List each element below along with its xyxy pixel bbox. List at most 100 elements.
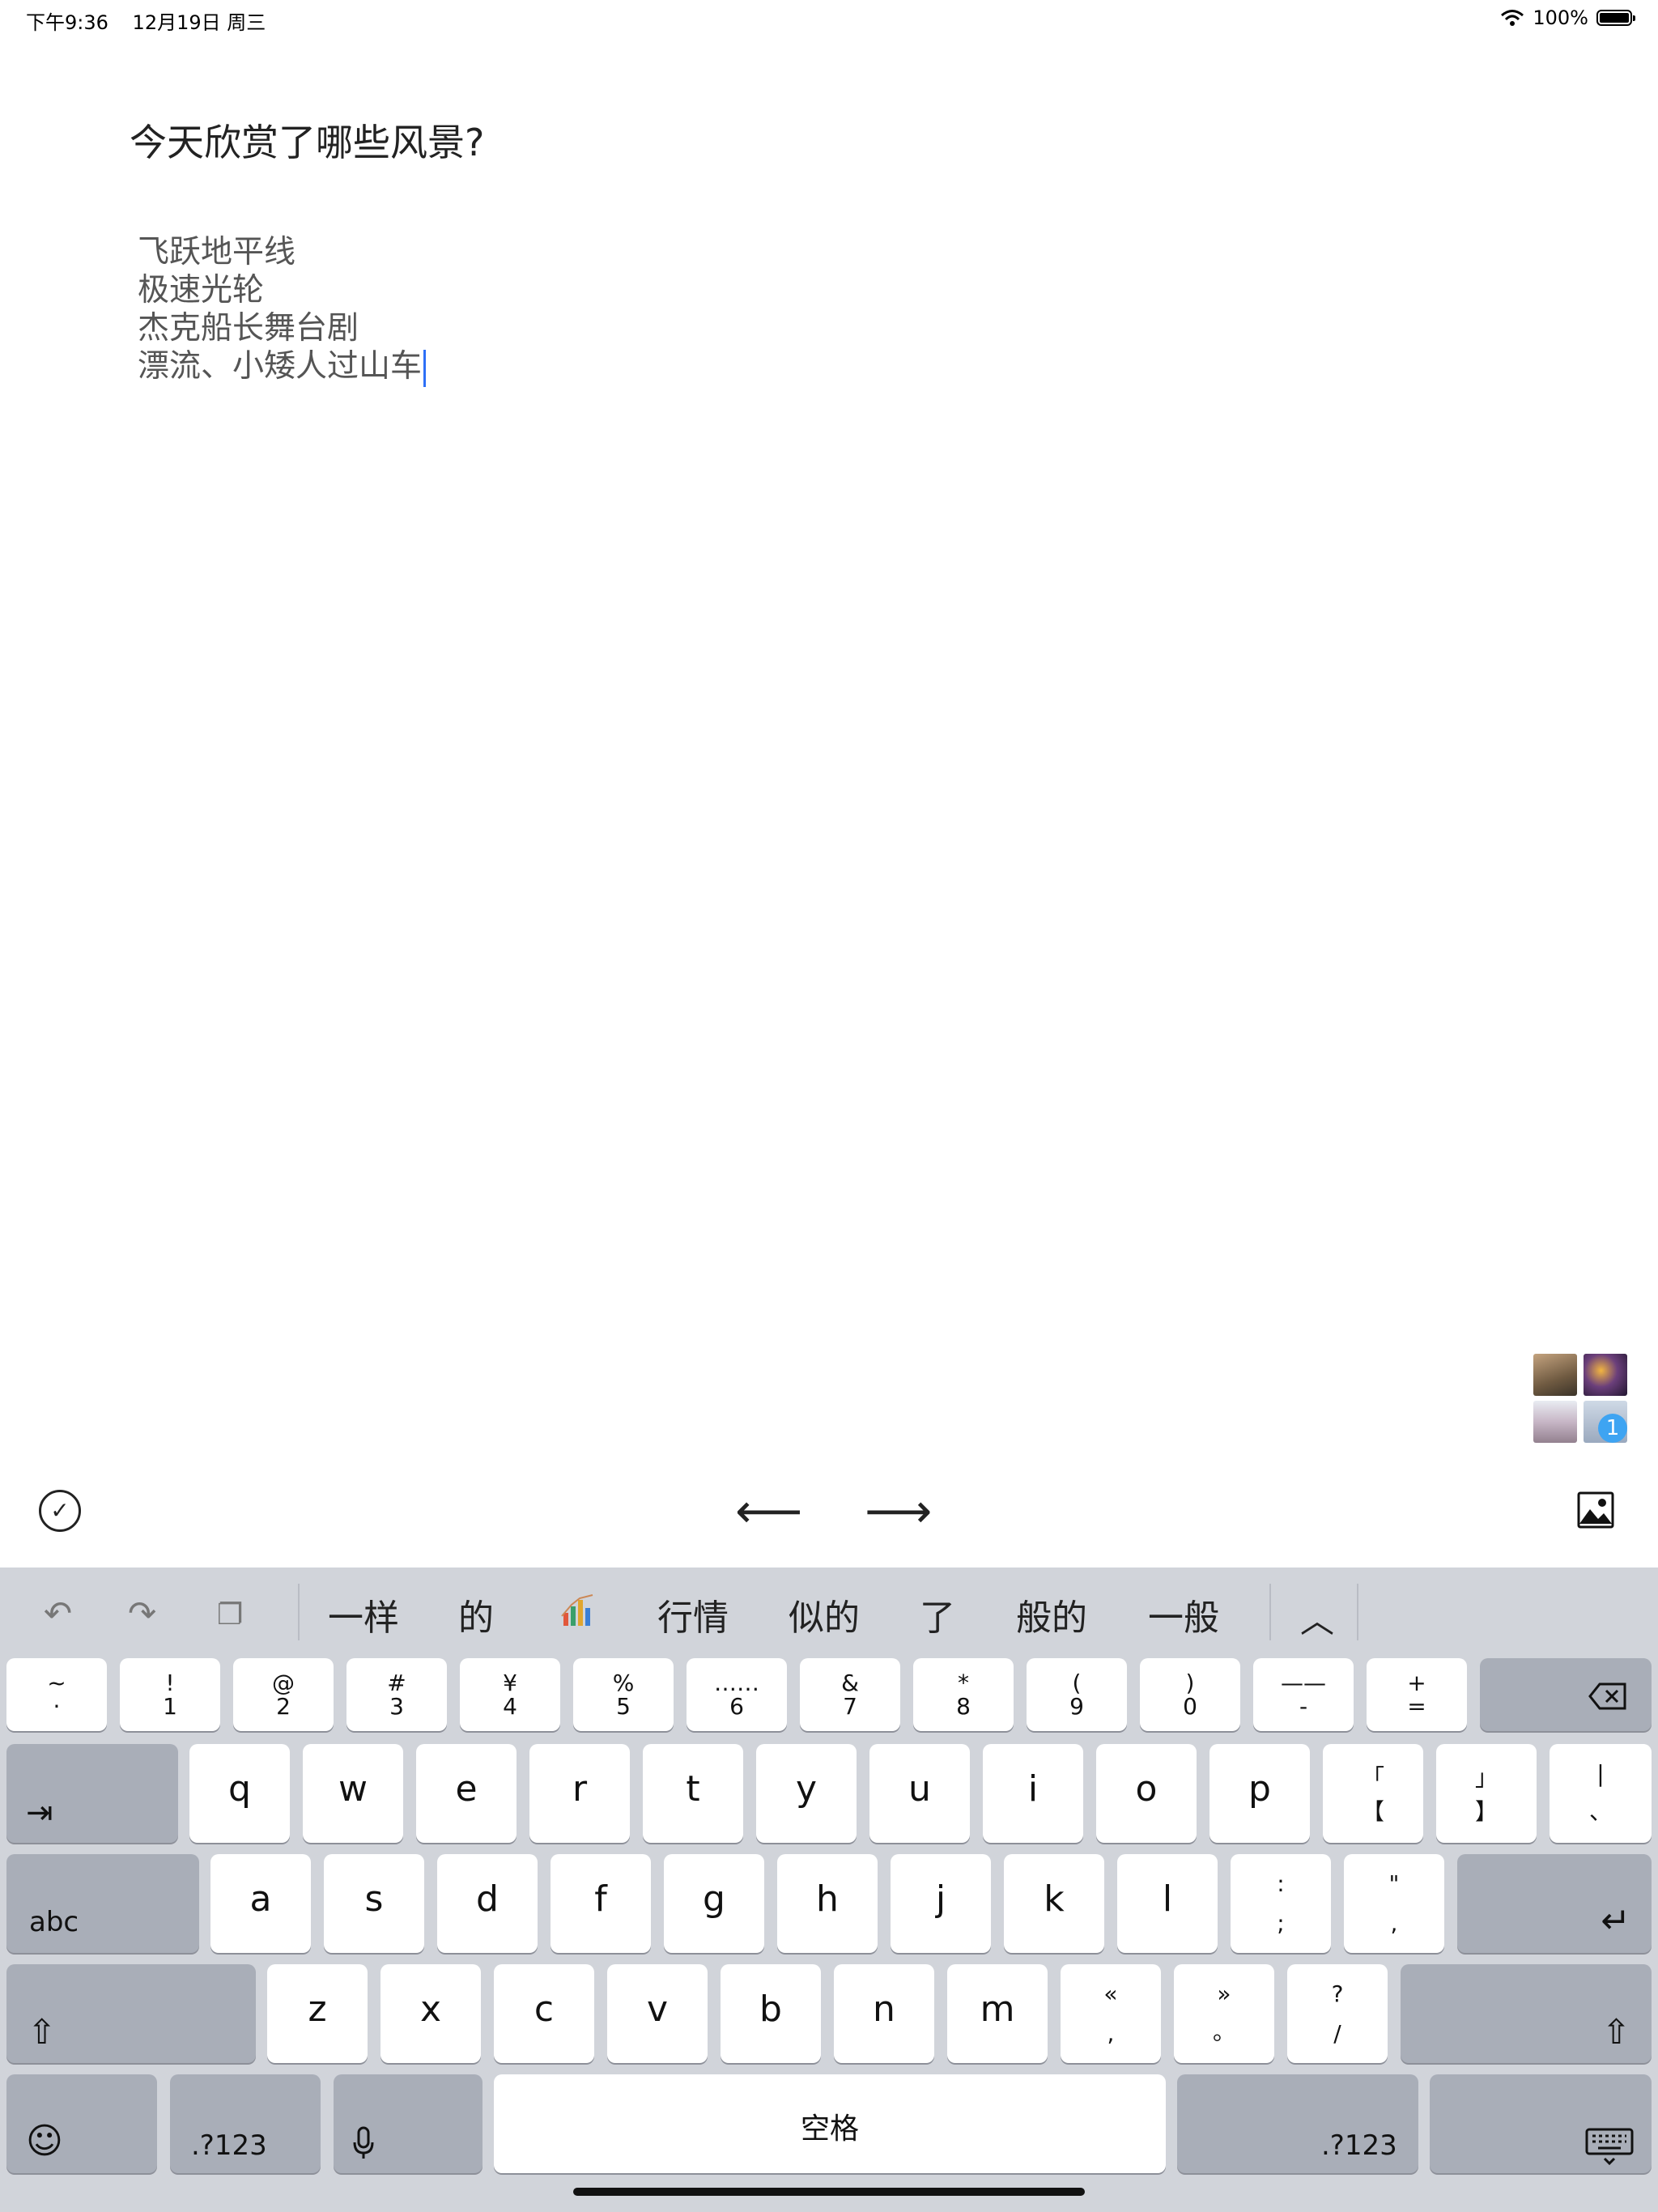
candidate-word[interactable]: 了 bbox=[920, 1589, 955, 1640]
key-o[interactable]: o bbox=[1096, 1744, 1197, 1843]
dismiss-keyboard-key[interactable] bbox=[1430, 2074, 1652, 2173]
key-bracket-left[interactable]: 「【 bbox=[1323, 1744, 1423, 1843]
shift-key-left[interactable]: ⇧ bbox=[6, 1964, 256, 2063]
note-line: 极速光轮 bbox=[138, 272, 265, 308]
key-1[interactable]: ! 1 bbox=[120, 1658, 220, 1731]
next-button[interactable]: ⟶ bbox=[865, 1487, 932, 1534]
key-guillemet-right[interactable]: »。 bbox=[1174, 1964, 1274, 2063]
key-h[interactable]: h bbox=[777, 1854, 878, 1953]
key-guillemet-left[interactable]: «, bbox=[1061, 1964, 1161, 2063]
return-key[interactable]: ↵ bbox=[1457, 1854, 1652, 1953]
shift-icon: ⇧ bbox=[28, 2012, 57, 2052]
shift-icon: ⇧ bbox=[1601, 2012, 1630, 2052]
numbers-key-left[interactable]: .?123 bbox=[170, 2074, 321, 2173]
clipboard-icon[interactable]: ❐ bbox=[217, 1598, 243, 1631]
image-icon bbox=[1577, 1491, 1614, 1529]
key-w[interactable]: w bbox=[303, 1744, 403, 1843]
key-k[interactable]: k bbox=[1004, 1854, 1104, 1953]
key-v[interactable]: v bbox=[607, 1964, 708, 2063]
key-question[interactable]: ? / bbox=[1287, 1964, 1388, 2063]
key-8[interactable]: * 8 bbox=[913, 1658, 1014, 1731]
dictation-key[interactable] bbox=[334, 2074, 483, 2173]
key-s[interactable]: s bbox=[324, 1854, 424, 1953]
key-quote[interactable]: ", bbox=[1344, 1854, 1444, 1953]
photo-gallery-button[interactable]: 1 bbox=[1533, 1354, 1627, 1444]
space-key[interactable]: 空格 bbox=[494, 2074, 1166, 2173]
chart-emoji-candidate[interactable] bbox=[560, 1592, 597, 1638]
key-g[interactable]: g bbox=[664, 1854, 764, 1953]
key-j[interactable]: j bbox=[891, 1854, 991, 1953]
check-icon: ✓ bbox=[50, 1497, 70, 1524]
key-a[interactable]: a bbox=[210, 1854, 311, 1953]
key-z[interactable]: z bbox=[267, 1964, 368, 2063]
note-line-text: 漂流、小矮人过山车 bbox=[138, 348, 423, 385]
photo-count-badge: 1 bbox=[1598, 1414, 1627, 1443]
key-6[interactable]: …… 6 bbox=[687, 1658, 787, 1731]
divider bbox=[1357, 1584, 1358, 1640]
key-q[interactable]: q bbox=[189, 1744, 290, 1843]
key-0[interactable]: ) 0 bbox=[1140, 1658, 1240, 1731]
key-pipe[interactable]: |、 bbox=[1550, 1744, 1652, 1843]
key-p[interactable]: p bbox=[1209, 1744, 1310, 1843]
key-3[interactable]: #3 bbox=[346, 1658, 447, 1731]
numbers-key-right[interactable]: .?123 bbox=[1177, 2074, 1418, 2173]
shift-key-right[interactable]: ⇧ bbox=[1401, 1964, 1652, 2063]
bar-chart-icon bbox=[561, 1594, 593, 1626]
key-y[interactable]: y bbox=[756, 1744, 857, 1843]
redo-icon[interactable]: ↷ bbox=[128, 1593, 156, 1633]
emoji-icon: ☺ bbox=[26, 2121, 63, 2162]
note-title[interactable]: 今天欣赏了哪些风景? bbox=[130, 113, 484, 167]
previous-button[interactable]: ⟵ bbox=[735, 1487, 802, 1534]
key-m[interactable]: m bbox=[947, 1964, 1048, 2063]
key-bracket-right[interactable]: 」】 bbox=[1436, 1744, 1537, 1843]
candidate-word[interactable]: 一般 bbox=[1148, 1589, 1219, 1640]
key-d[interactable]: d bbox=[437, 1854, 538, 1953]
key-tilde[interactable]: ~ · bbox=[6, 1658, 107, 1731]
tab-key[interactable]: ⇥ bbox=[6, 1744, 178, 1843]
key-2[interactable]: @2 bbox=[233, 1658, 334, 1731]
keyboard-dismiss-icon bbox=[1585, 2128, 1634, 2166]
battery-percent: 100% bbox=[1533, 6, 1588, 29]
photo-thumbnail bbox=[1533, 1401, 1577, 1443]
done-button[interactable]: ✓ bbox=[39, 1490, 81, 1532]
key-9[interactable]: (9 bbox=[1027, 1658, 1127, 1731]
key-c[interactable]: c bbox=[494, 1964, 594, 2063]
key-equals[interactable]: + = bbox=[1367, 1658, 1467, 1731]
key-minus[interactable]: —— - bbox=[1253, 1658, 1354, 1731]
key-l[interactable]: l bbox=[1117, 1854, 1218, 1953]
key-n[interactable]: n bbox=[834, 1964, 934, 2063]
key-5[interactable]: % 5 bbox=[573, 1658, 674, 1731]
key-f[interactable]: f bbox=[551, 1854, 651, 1953]
delete-key[interactable] bbox=[1480, 1658, 1652, 1731]
candidate-word[interactable]: 似的 bbox=[789, 1589, 860, 1640]
tab-icon: ⇥ bbox=[26, 1794, 53, 1831]
candidate-word[interactable]: 般的 bbox=[1016, 1589, 1087, 1640]
key-colon[interactable]: :; bbox=[1231, 1854, 1331, 1953]
insert-image-button[interactable] bbox=[1577, 1491, 1614, 1529]
emoji-key[interactable]: ☺ bbox=[6, 2074, 157, 2173]
key-x[interactable]: x bbox=[380, 1964, 481, 2063]
key-e[interactable]: e bbox=[416, 1744, 517, 1843]
candidate-word[interactable]: 一样 bbox=[328, 1589, 399, 1640]
candidate-word[interactable]: 的 bbox=[458, 1589, 494, 1640]
key-7[interactable]: & 7 bbox=[800, 1658, 900, 1731]
photo-thumbnail bbox=[1533, 1354, 1577, 1396]
status-bar: 下午9:36 12月19日 周三 100% bbox=[0, 0, 1658, 39]
undo-icon[interactable]: ↶ bbox=[44, 1593, 72, 1633]
wifi-icon bbox=[1501, 10, 1524, 26]
note-body[interactable]: 飞跃地平线 极速光轮 杰克船长舞台剧 漂流、小矮人过山车 bbox=[138, 233, 427, 387]
battery-icon bbox=[1596, 10, 1635, 26]
key-b[interactable]: b bbox=[721, 1964, 821, 2063]
candidate-bar: ↶ ↷ ❐ 一样 的 行情 似的 了 般的 一般 ︿ bbox=[0, 1568, 1658, 1657]
text-caret bbox=[423, 349, 427, 387]
key-i[interactable]: i bbox=[983, 1744, 1083, 1843]
abc-key[interactable]: abc bbox=[6, 1854, 199, 1953]
delete-icon bbox=[1588, 1682, 1626, 1710]
divider bbox=[298, 1584, 300, 1640]
key-r[interactable]: r bbox=[529, 1744, 630, 1843]
key-t[interactable]: t bbox=[643, 1744, 743, 1843]
chevron-up-icon[interactable]: ︿ bbox=[1300, 1593, 1334, 1643]
key-4[interactable]: ¥4 bbox=[460, 1658, 560, 1731]
candidate-word[interactable]: 行情 bbox=[657, 1589, 729, 1640]
key-u[interactable]: u bbox=[869, 1744, 970, 1843]
